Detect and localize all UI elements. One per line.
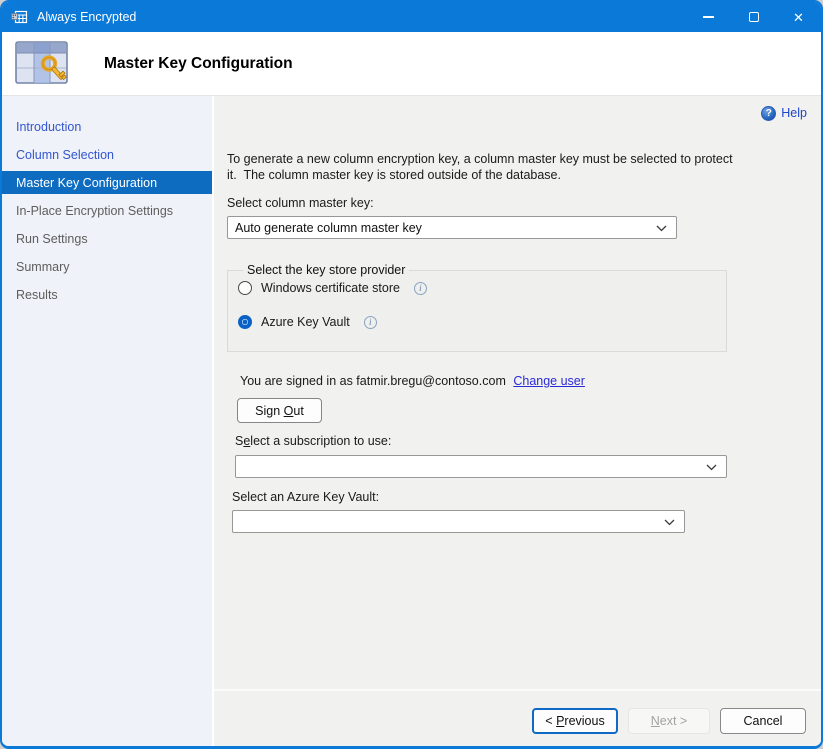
keyvault-combobox[interactable]	[232, 510, 685, 533]
master-key-combobox-value: Auto generate column master key	[228, 221, 656, 235]
window-title: Always Encrypted	[37, 10, 136, 24]
radio-windows-certificate-store[interactable]: Windows certificate store i	[238, 281, 716, 295]
subscription-label: Select a subscription to use:	[235, 434, 807, 448]
minimize-button[interactable]	[686, 2, 731, 32]
sign-out-label-pre: Sign	[255, 404, 284, 418]
wizard-steps-nav: Introduction Column Selection Master Key…	[2, 96, 214, 746]
minimize-icon	[703, 16, 714, 18]
page-title: Master Key Configuration	[104, 55, 293, 73]
key-store-provider-legend: Select the key store provider	[243, 263, 409, 277]
sidebar-item-run-settings: Run Settings	[2, 225, 212, 253]
key-store-provider-group: Select the key store provider Windows ce…	[227, 263, 727, 352]
radio-on-icon	[238, 315, 252, 329]
signed-in-text: You are signed in as fatmir.bregu@contos…	[240, 374, 506, 388]
sidebar-item-results: Results	[2, 281, 212, 309]
wizard-footer: < Previous Next > Cancel	[214, 689, 821, 746]
chevron-down-icon	[706, 460, 717, 474]
sign-out-label-mnemonic: O	[284, 404, 294, 418]
always-encrypted-window: Always Encrypted ✕	[0, 0, 823, 749]
radio-off-icon	[238, 281, 252, 295]
master-key-label: Select column master key:	[227, 196, 807, 210]
table-key-icon	[15, 41, 71, 87]
next-button: Next >	[628, 708, 710, 734]
title-bar[interactable]: Always Encrypted ✕	[2, 2, 821, 32]
master-key-combobox[interactable]: Auto generate column master key	[227, 216, 677, 239]
close-icon: ✕	[793, 11, 804, 24]
chevron-down-icon	[656, 221, 667, 235]
cancel-button[interactable]: Cancel	[720, 708, 806, 734]
sidebar-item-introduction[interactable]: Introduction	[2, 113, 212, 141]
sidebar-item-master-key-configuration[interactable]: Master Key Configuration	[2, 171, 212, 194]
info-icon[interactable]: i	[414, 282, 427, 295]
sign-out-label-post: ut	[293, 404, 303, 418]
chevron-down-icon	[664, 515, 675, 529]
sign-out-button[interactable]: Sign Out	[237, 398, 322, 423]
info-icon[interactable]: i	[364, 316, 377, 329]
intro-line-1: To generate a new column encryption key,…	[227, 152, 807, 168]
help-link[interactable]: ? Help	[761, 104, 807, 122]
subscription-combobox[interactable]	[235, 455, 727, 478]
master-key-configuration-page: ? Help To generate a new column encrypti…	[214, 96, 821, 689]
radio-azure-key-vault-label: Azure Key Vault	[261, 315, 350, 329]
app-icon	[11, 10, 28, 25]
radio-azure-key-vault[interactable]: Azure Key Vault i	[238, 315, 716, 329]
sidebar-item-summary: Summary	[2, 253, 212, 281]
previous-button[interactable]: < Previous	[532, 708, 618, 734]
keyvault-label: Select an Azure Key Vault:	[232, 490, 807, 504]
help-label: Help	[781, 106, 807, 120]
intro-text: To generate a new column encryption key,…	[227, 152, 807, 183]
wizard-header: Master Key Configuration	[2, 32, 821, 96]
intro-line-2: it. The column master key is stored outs…	[227, 168, 807, 184]
close-button[interactable]: ✕	[776, 2, 821, 32]
sidebar-item-in-place-encryption-settings: In-Place Encryption Settings	[2, 197, 212, 225]
maximize-icon	[749, 12, 759, 22]
change-user-link[interactable]: Change user	[513, 374, 585, 388]
sidebar-item-column-selection[interactable]: Column Selection	[2, 141, 212, 169]
radio-windows-certificate-store-label: Windows certificate store	[261, 281, 400, 295]
help-icon: ?	[761, 106, 776, 121]
maximize-button[interactable]	[731, 2, 776, 32]
